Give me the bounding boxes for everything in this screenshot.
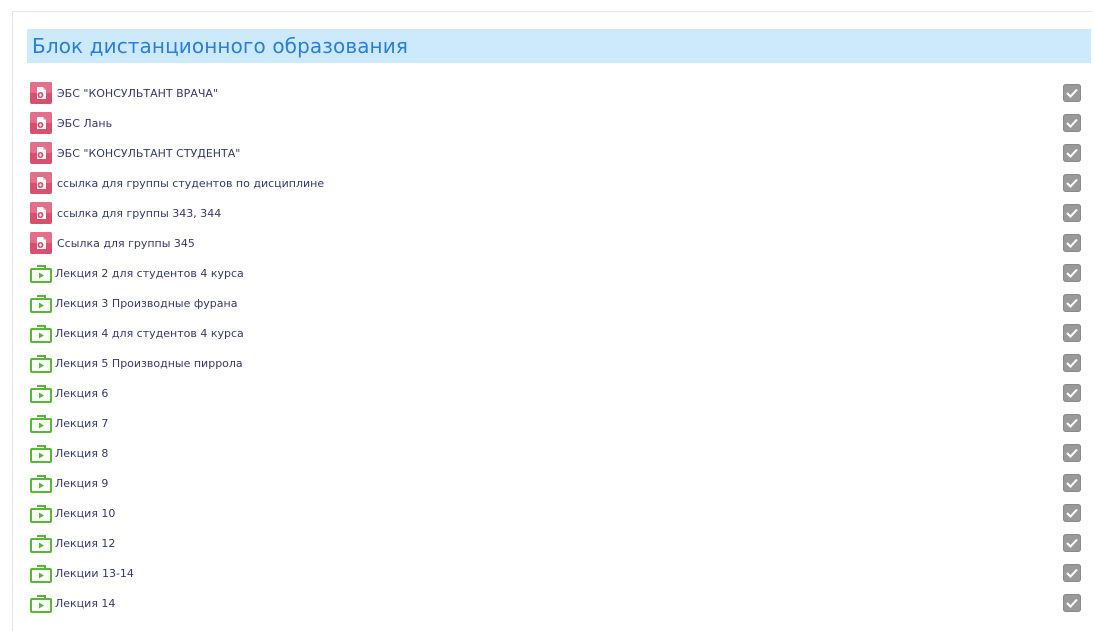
activity-item-lecture: Лекция 8: [30, 439, 1093, 469]
activity-link[interactable]: Лекция 12: [55, 537, 115, 550]
activity-link[interactable]: ЭБС "КОНСУЛЬТАНТ ВРАЧА": [57, 87, 218, 100]
completion-checkbox[interactable]: [1063, 144, 1081, 162]
lecture-icon[interactable]: [30, 592, 52, 614]
activity-link[interactable]: Лекция 5 Производные пиррола: [55, 357, 243, 370]
lecture-icon[interactable]: [30, 262, 52, 284]
activity-list: ЭБС "КОНСУЛЬТАНТ ВРАЧА" ЭБС Лань ЭБС "КО…: [30, 79, 1093, 619]
section-title: Блок дистанционного образования: [32, 34, 408, 58]
activity-item-lecture: Лекция 4 для студентов 4 курса: [30, 319, 1093, 349]
completion-checkbox[interactable]: [1063, 384, 1081, 402]
lecture-icon[interactable]: [30, 382, 52, 404]
section-header: Блок дистанционного образования: [27, 29, 1091, 63]
activity-item-lecture: Лекция 5 Производные пиррола: [30, 349, 1093, 379]
activity-item-lecture: Лекции 13-14: [30, 559, 1093, 589]
lecture-icon[interactable]: [30, 472, 52, 494]
activity-item-url: ЭБС "КОНСУЛЬТАНТ ВРАЧА": [30, 79, 1093, 109]
completion-checkbox[interactable]: [1063, 504, 1081, 522]
activity-item-lecture: Лекция 10: [30, 499, 1093, 529]
completion-checkbox[interactable]: [1063, 534, 1081, 552]
lecture-icon[interactable]: [30, 292, 52, 314]
activity-link[interactable]: Лекция 10: [55, 507, 115, 520]
lecture-icon[interactable]: [30, 322, 52, 344]
completion-checkbox[interactable]: [1063, 444, 1081, 462]
activity-link[interactable]: Лекция 3 Производные фурана: [55, 297, 237, 310]
activity-item-lecture: Лекция 12: [30, 529, 1093, 559]
activity-link[interactable]: ЭБС "КОНСУЛЬТАНТ СТУДЕНТА": [57, 147, 240, 160]
completion-checkbox[interactable]: [1063, 474, 1081, 492]
completion-checkbox[interactable]: [1063, 294, 1081, 312]
activity-link[interactable]: Лекция 9: [55, 477, 108, 490]
activity-item-lecture: Лекция 6: [30, 379, 1093, 409]
completion-checkbox[interactable]: [1063, 204, 1081, 222]
url-icon[interactable]: [30, 112, 52, 134]
activity-link[interactable]: Лекция 7: [55, 417, 108, 430]
completion-checkbox[interactable]: [1063, 174, 1081, 192]
completion-checkbox[interactable]: [1063, 234, 1081, 252]
activity-item-lecture: Лекция 14: [30, 589, 1093, 619]
activity-link[interactable]: ссылка для группы студентов по дисциплин…: [57, 177, 324, 190]
completion-checkbox[interactable]: [1063, 414, 1081, 432]
activity-link[interactable]: Лекция 14: [55, 597, 115, 610]
completion-checkbox[interactable]: [1063, 564, 1081, 582]
lecture-icon[interactable]: [30, 442, 52, 464]
activity-link[interactable]: ЭБС Лань: [57, 117, 112, 130]
activity-item-lecture: Лекция 3 Производные фурана: [30, 289, 1093, 319]
activity-link[interactable]: Лекция 4 для студентов 4 курса: [55, 327, 244, 340]
lecture-icon[interactable]: [30, 532, 52, 554]
activity-item-url: ссылка для группы студентов по дисциплин…: [30, 169, 1093, 199]
completion-checkbox[interactable]: [1063, 324, 1081, 342]
activity-link[interactable]: Ссылка для группы 345: [57, 237, 195, 250]
url-icon[interactable]: [30, 82, 52, 104]
activity-item-url: ссылка для группы 343, 344: [30, 199, 1093, 229]
completion-checkbox[interactable]: [1063, 594, 1081, 612]
url-icon[interactable]: [30, 142, 52, 164]
activity-link[interactable]: Лекция 2 для студентов 4 курса: [55, 267, 244, 280]
activity-item-lecture: Лекция 7: [30, 409, 1093, 439]
activity-item-lecture: Лекция 9: [30, 469, 1093, 499]
lecture-icon[interactable]: [30, 562, 52, 584]
url-icon[interactable]: [30, 202, 52, 224]
course-section-panel: Блок дистанционного образования ЭБС "КОН…: [12, 11, 1092, 631]
url-icon[interactable]: [30, 172, 52, 194]
completion-checkbox[interactable]: [1063, 84, 1081, 102]
lecture-icon[interactable]: [30, 502, 52, 524]
activity-item-url: ЭБС "КОНСУЛЬТАНТ СТУДЕНТА": [30, 139, 1093, 169]
completion-checkbox[interactable]: [1063, 114, 1081, 132]
activity-item-url: Ссылка для группы 345: [30, 229, 1093, 259]
lecture-icon[interactable]: [30, 352, 52, 374]
activity-link[interactable]: Лекция 8: [55, 447, 108, 460]
activity-link[interactable]: ссылка для группы 343, 344: [57, 207, 221, 220]
activity-item-lecture: Лекция 2 для студентов 4 курса: [30, 259, 1093, 289]
activity-item-url: ЭБС Лань: [30, 109, 1093, 139]
lecture-icon[interactable]: [30, 412, 52, 434]
activity-link[interactable]: Лекция 6: [55, 387, 108, 400]
completion-checkbox[interactable]: [1063, 264, 1081, 282]
url-icon[interactable]: [30, 232, 52, 254]
completion-checkbox[interactable]: [1063, 354, 1081, 372]
activity-link[interactable]: Лекции 13-14: [55, 567, 134, 580]
